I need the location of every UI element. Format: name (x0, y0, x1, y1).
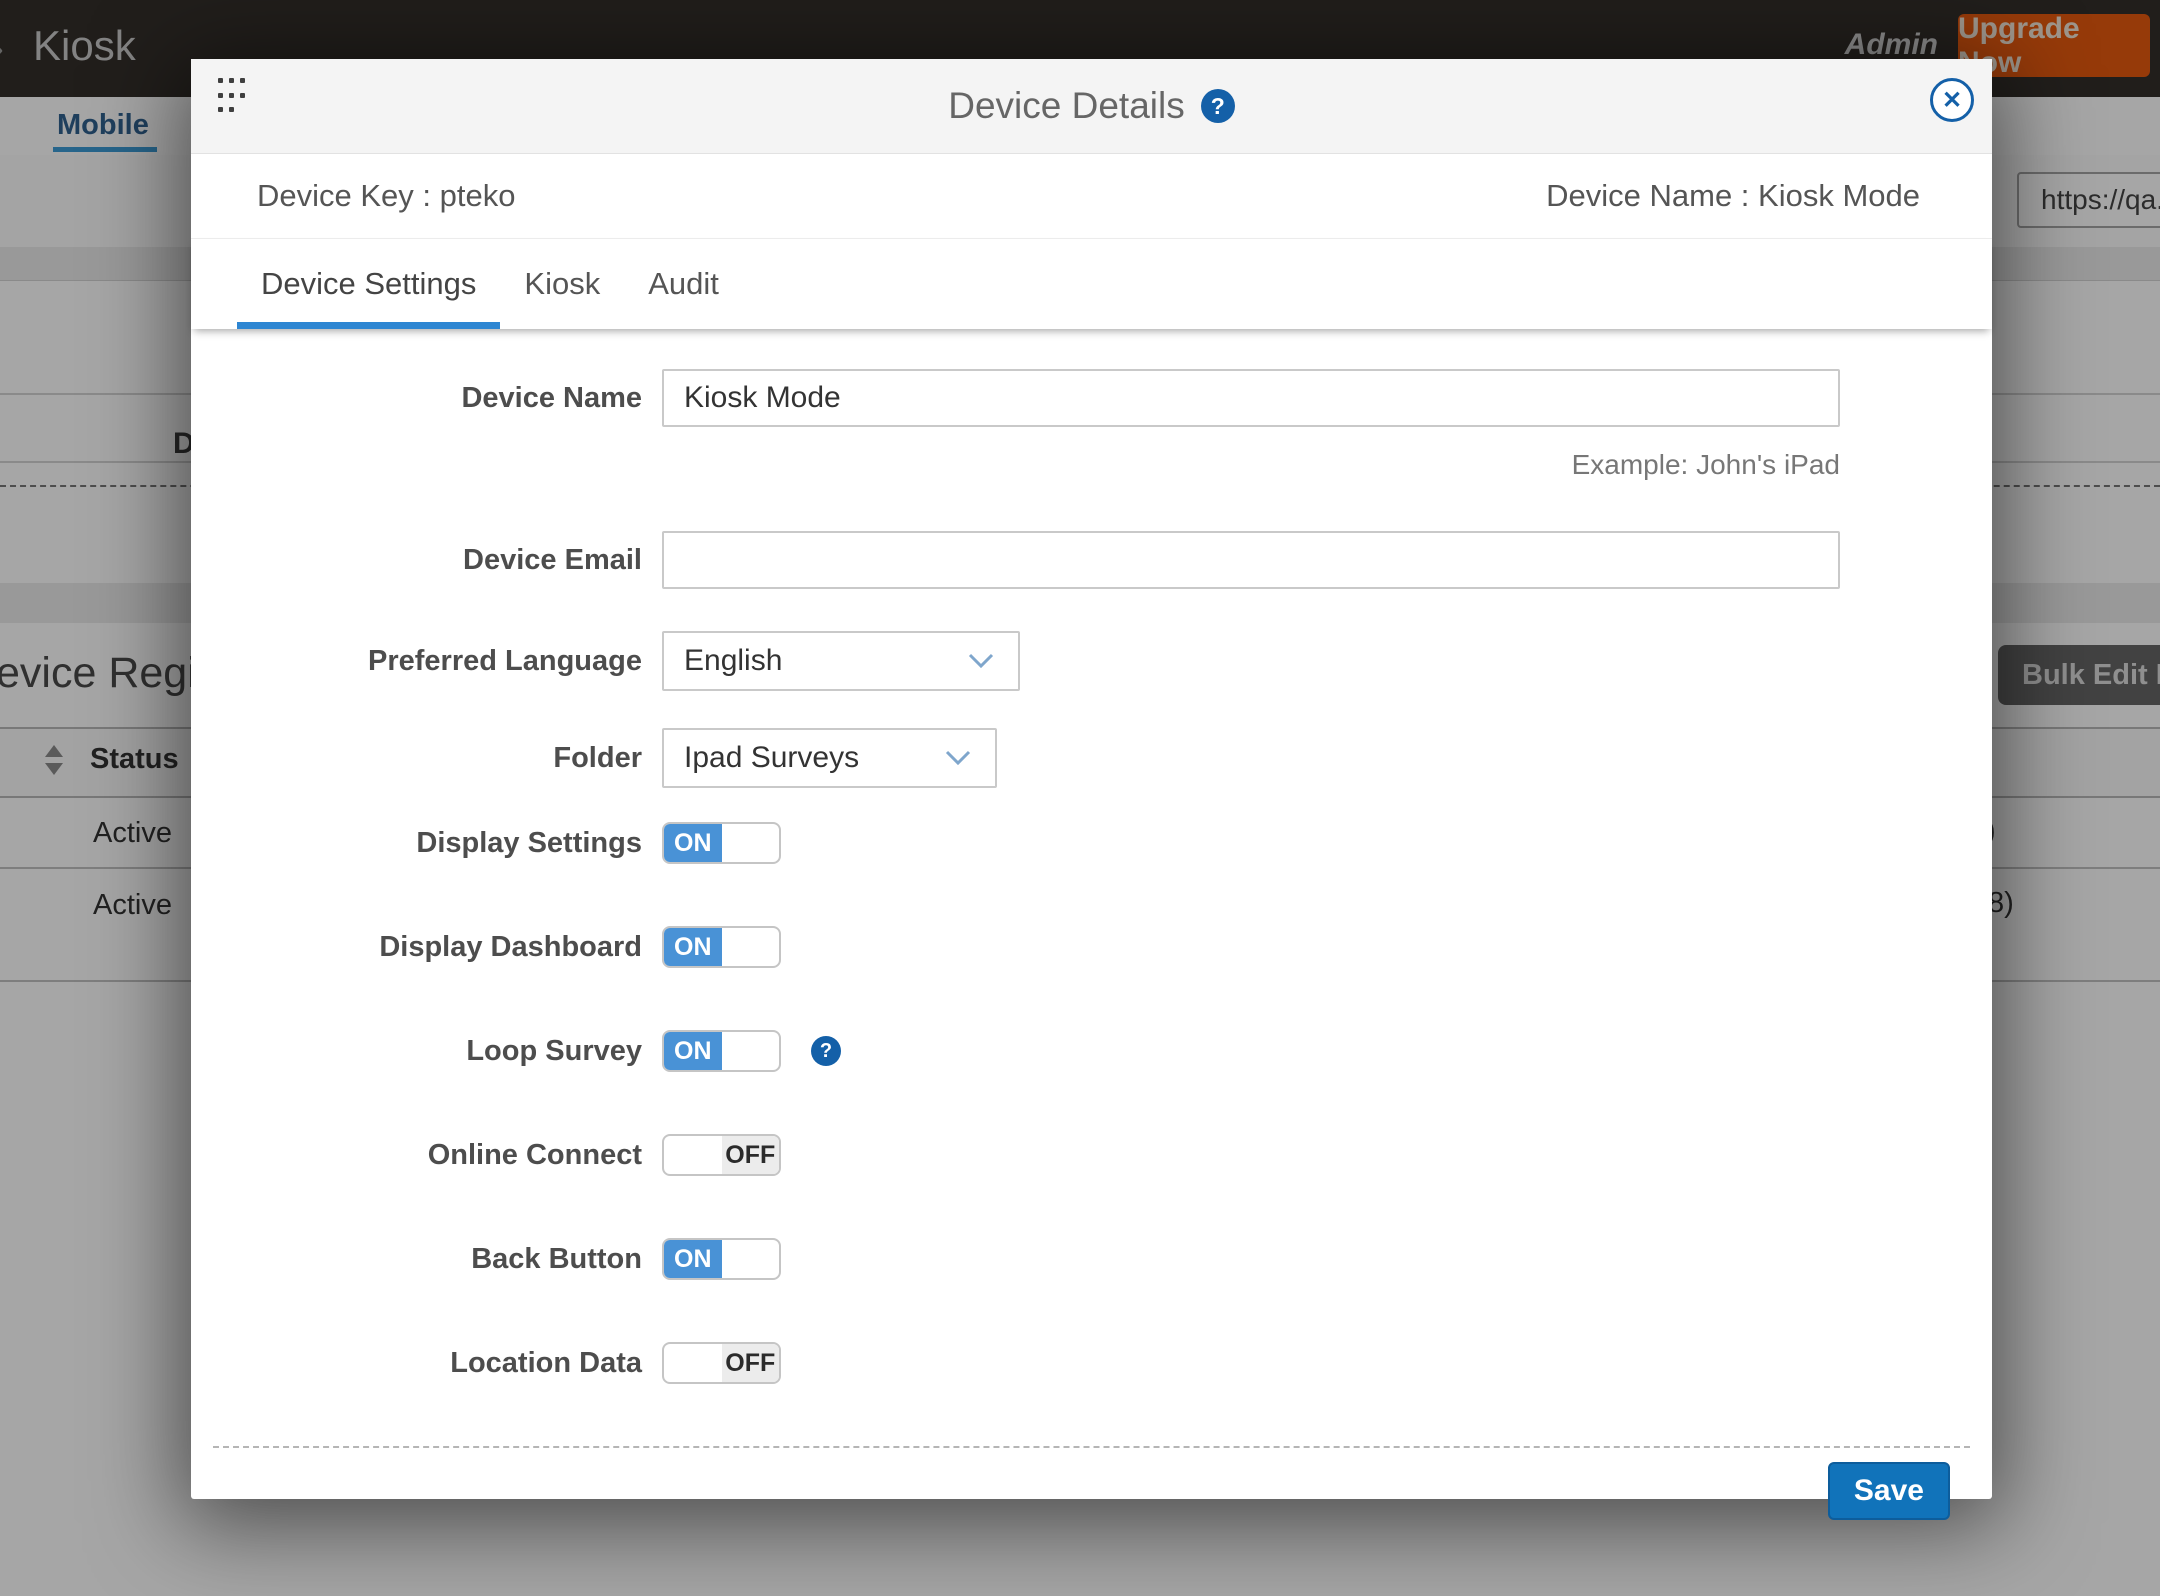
toggle-off-segment[interactable]: OFF (722, 1344, 780, 1382)
toggle-row: Display Settings ON (191, 822, 1992, 864)
device-name-hint: Example: John's iPad (662, 449, 1840, 481)
toggle-label: Online Connect (191, 1134, 642, 1176)
preferred-language-label: Preferred Language (191, 631, 642, 691)
toggle-off-segment[interactable] (722, 1032, 780, 1070)
device-name-label: Device Name (191, 369, 642, 481)
toggle-label: Back Button (191, 1238, 642, 1280)
toggle-rows: Display Settings ON Display Dashboard ON… (191, 822, 1992, 1384)
folder-value: Ipad Surveys (684, 741, 859, 775)
toggle-row: Online Connect OFF (191, 1134, 1992, 1176)
toggle-switch[interactable]: ON (662, 1238, 781, 1280)
device-key-row: Device Key : pteko Device Name : Kiosk M… (191, 154, 1992, 239)
toggle-switch[interactable]: ON (662, 822, 781, 864)
toggle-row: Back Button ON (191, 1238, 1992, 1280)
toggle-off-segment[interactable]: OFF (722, 1136, 780, 1174)
toggle-switch[interactable]: ON (662, 1030, 781, 1072)
modal-title: Device Details (948, 85, 1184, 127)
modal-footer: Save (191, 1448, 1992, 1536)
screen: › Kiosk Admin Upgrade Now Mobile D evice… (0, 0, 2160, 1596)
toggle-off-segment[interactable] (722, 824, 780, 862)
toggle-on-segment[interactable]: ON (664, 928, 722, 966)
help-icon[interactable]: ? (1201, 89, 1235, 123)
toggle-row: Display Dashboard ON (191, 926, 1992, 968)
device-email-label: Device Email (191, 531, 642, 589)
preferred-language-select[interactable]: English (662, 631, 1020, 691)
tab-audit[interactable]: Audit (624, 239, 743, 329)
folder-select[interactable]: Ipad Surveys (662, 728, 997, 788)
toggle-switch[interactable]: OFF (662, 1342, 781, 1384)
device-name-input[interactable] (662, 369, 1840, 427)
toggle-label: Display Settings (191, 822, 642, 864)
toggle-on-segment[interactable] (664, 1344, 722, 1382)
preferred-language-value: English (684, 644, 782, 678)
toggle-on-segment[interactable] (664, 1136, 722, 1174)
device-settings-form: Device Name Example: John's iPad Device … (191, 329, 1992, 1536)
modal-header: Device Details ? ✕ (191, 59, 1992, 154)
toggle-switch[interactable]: OFF (662, 1134, 781, 1176)
tab-kiosk[interactable]: Kiosk (500, 239, 624, 329)
save-button[interactable]: Save (1828, 1462, 1950, 1520)
toggle-off-segment[interactable] (722, 928, 780, 966)
toggle-on-segment[interactable]: ON (664, 824, 722, 862)
modal-tabs: Device Settings Kiosk Audit (191, 239, 1992, 329)
close-icon[interactable]: ✕ (1930, 78, 1974, 122)
toggle-row: Location Data OFF (191, 1342, 1992, 1384)
toggle-off-segment[interactable] (722, 1240, 780, 1278)
help-icon[interactable]: ? (811, 1036, 841, 1066)
toggle-switch[interactable]: ON (662, 926, 781, 968)
device-email-input[interactable] (662, 531, 1840, 589)
toggle-label: Loop Survey (191, 1030, 642, 1072)
toggle-on-segment[interactable]: ON (664, 1032, 722, 1070)
tab-device-settings[interactable]: Device Settings (237, 239, 500, 329)
toggle-row: Loop Survey ON ? (191, 1030, 1992, 1072)
chevron-down-icon (968, 653, 994, 669)
device-details-modal: Device Details ? ✕ Device Key : pteko De… (191, 59, 1992, 1499)
toggle-on-segment[interactable]: ON (664, 1240, 722, 1278)
toggle-label: Location Data (191, 1342, 642, 1384)
toggle-label: Display Dashboard (191, 926, 642, 968)
device-name-text: Device Name : Kiosk Mode (1546, 178, 1920, 214)
device-key-text: Device Key : pteko (257, 178, 515, 214)
folder-label: Folder (191, 728, 642, 788)
chevron-down-icon (945, 750, 971, 766)
